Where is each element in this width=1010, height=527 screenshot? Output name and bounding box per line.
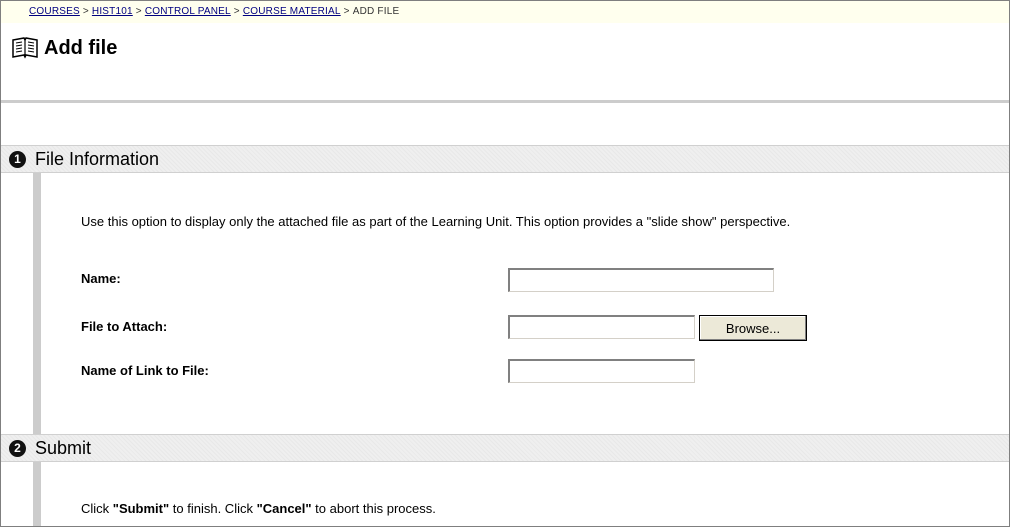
step-number-badge: 1 (9, 150, 26, 168)
breadcrumb-link-control-panel[interactable]: CONTROL PANEL (145, 6, 231, 17)
section-title: File Information (35, 148, 160, 169)
name-label: Name: (81, 271, 121, 286)
submit-instructions: Click "Submit" to finish. Click "Cancel"… (81, 501, 436, 516)
section-header-submit: 2 Submit (1, 434, 1009, 462)
breadcrumb-link-courses[interactable]: COURSES (29, 6, 80, 17)
section-header-file-information: 1 File Information (1, 145, 1009, 173)
book-icon (11, 34, 39, 62)
submit-keyword: "Submit" (112, 501, 170, 516)
page-title: Add file (44, 36, 118, 59)
submit-instructions-text: Click (81, 501, 113, 516)
breadcrumb-separator: > (343, 6, 350, 17)
file-to-attach-label: File to Attach: (81, 319, 168, 334)
submit-instructions-text: to finish. Click (169, 501, 257, 516)
section-title: Submit (35, 437, 92, 458)
breadcrumb-separator: > (233, 6, 240, 17)
page-frame: COURSES > HIST101 > CONTROL PANEL > COURSE MAT… (0, 0, 1010, 527)
breadcrumb-link-course-material[interactable]: COURSE MATERIAL (243, 6, 341, 17)
title-row: Add file (11, 28, 117, 68)
breadcrumb-separator: > (135, 6, 142, 17)
section-instructions: Use this option to display only the atta… (81, 214, 791, 229)
section-side-bar (33, 462, 41, 526)
cancel-keyword: "Cancel" (256, 501, 312, 516)
breadcrumb-separator: > (82, 6, 89, 17)
name-field[interactable] (508, 268, 774, 292)
breadcrumb-link-hist101[interactable]: HIST101 (92, 6, 133, 17)
step-number-badge: 2 (9, 439, 26, 457)
link-name-field[interactable] (508, 359, 695, 383)
title-divider (1, 100, 1009, 103)
submit-instructions-text: to abort this process. (311, 501, 436, 516)
link-name-label: Name of Link to File: (81, 363, 209, 378)
file-to-attach-field[interactable] (508, 315, 695, 339)
section-side-bar (33, 173, 41, 434)
breadcrumb: COURSES > HIST101 > CONTROL PANEL > COURSE MAT… (1, 1, 1009, 23)
breadcrumb-current: ADD FILE (352, 6, 400, 17)
browse-button[interactable]: Browse... (699, 315, 807, 341)
